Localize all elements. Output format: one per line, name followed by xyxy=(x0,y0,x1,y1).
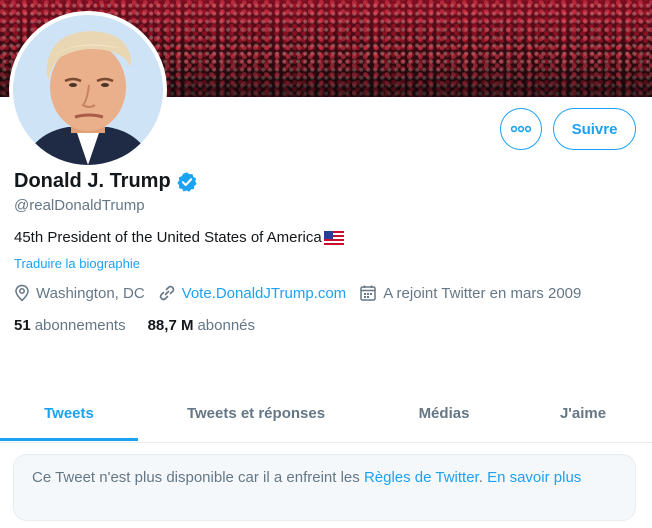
verified-badge-icon xyxy=(177,171,197,192)
notice-separator: . xyxy=(478,469,488,486)
notice-text: Ce Tweet n'est plus disponible car il a … xyxy=(32,469,364,486)
website-item[interactable]: Vote.DonaldJTrump.com xyxy=(158,284,347,302)
profile-meta: Washington, DC Vote.DonaldJTrump.com A r… xyxy=(14,284,594,302)
following-count: 51 xyxy=(14,317,31,334)
joined-text: A rejoint Twitter en mars 2009 xyxy=(383,284,582,302)
twitter-rules-link[interactable]: Règles de Twitter xyxy=(364,469,479,486)
location-pin-icon xyxy=(15,284,29,302)
followers-stat[interactable]: 88,7 Mabonnés xyxy=(148,317,255,334)
profile-name: Donald J. Trump xyxy=(14,170,171,192)
avatar-portrait-image xyxy=(13,15,163,165)
profile-bio: 45th President of the United States of A… xyxy=(14,229,344,246)
tab-media[interactable]: Médias xyxy=(374,385,514,441)
following-label: abonnements xyxy=(34,317,126,334)
location-item: Washington, DC xyxy=(14,284,145,302)
profile-avatar[interactable] xyxy=(9,11,167,169)
following-stat[interactable]: 51 abonnements xyxy=(14,317,126,334)
profile-name-row: Donald J. Trump xyxy=(14,170,198,193)
calendar-icon xyxy=(360,285,376,301)
followers-count: 88,7 M xyxy=(147,317,194,334)
follow-button[interactable]: Suivre xyxy=(553,108,636,150)
more-options-button[interactable] xyxy=(500,108,542,150)
link-icon xyxy=(159,285,174,301)
tab-likes[interactable]: J'aime xyxy=(514,385,652,441)
profile-tabs: Tweets Tweets et réponses Médias J'aime xyxy=(0,385,652,443)
active-tab-indicator xyxy=(0,438,138,441)
tab-tweets-replies[interactable]: Tweets et réponses xyxy=(138,385,374,441)
profile-stats: 51 abonnements 88,7 Mabonnés xyxy=(14,317,255,334)
profile-bio-text: 45th President of the United States of A… xyxy=(14,229,322,246)
location-text: Washington, DC xyxy=(36,284,145,302)
followers-label: abonnés xyxy=(197,317,256,334)
tab-tweets[interactable]: Tweets xyxy=(0,385,138,441)
joined-item: A rejoint Twitter en mars 2009 xyxy=(359,284,581,302)
tweet-unavailable-notice: Ce Tweet n'est plus disponible car il a … xyxy=(13,454,636,521)
translate-bio-link[interactable]: Traduire la biographie xyxy=(14,256,140,271)
profile-handle: @realDonaldTrump xyxy=(14,197,145,214)
more-icon xyxy=(511,125,531,133)
website-link[interactable]: Vote.DonaldJTrump.com xyxy=(182,285,347,302)
learn-more-link[interactable]: En savoir plus xyxy=(487,469,581,486)
us-flag-icon xyxy=(323,230,344,245)
